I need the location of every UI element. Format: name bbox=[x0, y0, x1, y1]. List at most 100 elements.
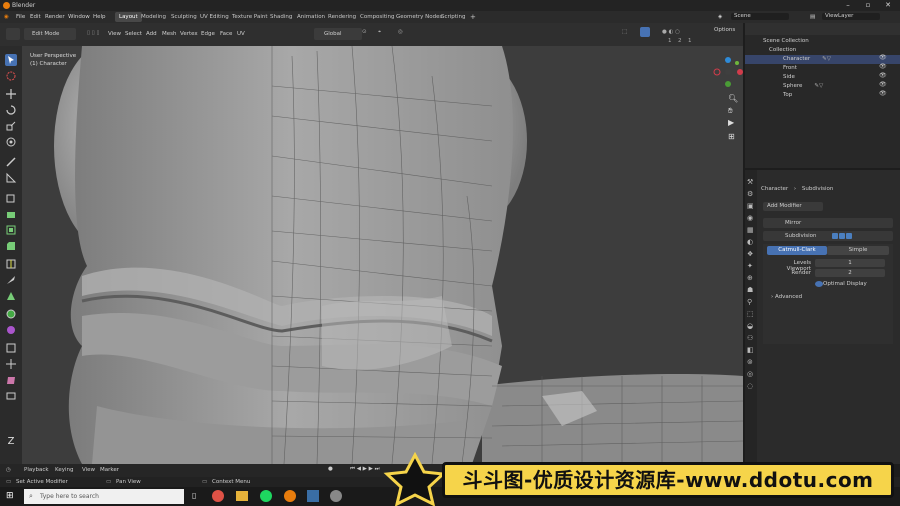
menu-add[interactable]: Add bbox=[146, 31, 157, 37]
menu-vertex[interactable]: Vertex bbox=[180, 31, 198, 37]
visibility-eye-icons[interactable]: 👁︎ 👁︎ 👁︎ 👁︎ 👁︎ bbox=[879, 53, 887, 98]
extrude-icon[interactable] bbox=[5, 208, 17, 220]
blender-menu-icon[interactable]: ◉ bbox=[4, 14, 9, 20]
add-modifier-button[interactable]: Add Modifier bbox=[763, 202, 823, 211]
toggle-xray-button[interactable] bbox=[640, 27, 650, 37]
bevel-icon[interactable] bbox=[5, 240, 17, 252]
select-box-icon[interactable] bbox=[5, 54, 17, 66]
blender-taskbar-icon[interactable] bbox=[284, 490, 296, 502]
menu-file[interactable]: File bbox=[16, 14, 25, 20]
menu-window[interactable]: Window bbox=[68, 14, 90, 20]
render-levels-field[interactable]: 2 bbox=[815, 269, 885, 277]
close-icon[interactable]: ✕ bbox=[878, 1, 898, 10]
menu-view[interactable]: View bbox=[108, 31, 121, 37]
menu-help[interactable]: Help bbox=[93, 14, 106, 20]
photos-icon[interactable] bbox=[307, 490, 319, 502]
editor-type-icon[interactable] bbox=[6, 28, 20, 40]
playback-controls[interactable]: ⏮ ◀ ▶ ▶ ⏭ bbox=[350, 466, 380, 473]
proportional-edit-icon[interactable]: ◎ bbox=[398, 29, 403, 35]
windows-start-icon[interactable]: ⊞ bbox=[6, 491, 14, 501]
tab-texture-paint[interactable]: Texture Paint bbox=[228, 12, 272, 22]
grid-toggle-icon[interactable]: ⊞ bbox=[728, 132, 735, 141]
outliner-row-front[interactable]: Front bbox=[745, 64, 900, 73]
modifier-subdivision-row[interactable]: Subdivision bbox=[763, 231, 893, 241]
transform-orientation-dropdown[interactable]: Global bbox=[314, 28, 362, 40]
tab-shading[interactable]: Shading bbox=[266, 12, 296, 22]
outliner-row-collection[interactable]: Collection bbox=[745, 46, 900, 55]
edge-slide-icon[interactable] bbox=[5, 342, 17, 354]
spin-icon[interactable] bbox=[5, 308, 17, 320]
loop-cut-icon[interactable] bbox=[5, 258, 17, 270]
levels-viewport-field[interactable]: 1 bbox=[815, 259, 885, 267]
scene-selector[interactable]: Scene bbox=[731, 13, 789, 20]
select-mode-icons[interactable]: ▯ ▯ ▯ bbox=[87, 30, 100, 36]
record-icon[interactable]: ● bbox=[328, 466, 333, 472]
timeline-marker[interactable]: Marker bbox=[100, 467, 119, 473]
view-layer-selector[interactable]: ViewLayer bbox=[822, 13, 880, 20]
mode-dropdown[interactable]: Edit Mode bbox=[24, 28, 76, 40]
transform-icon[interactable] bbox=[5, 136, 17, 148]
scale-icon[interactable] bbox=[5, 120, 17, 132]
menu-uv[interactable]: UV bbox=[237, 31, 245, 37]
tab-simple[interactable]: Simple bbox=[827, 246, 889, 255]
zoom-z-icon[interactable]: Z bbox=[5, 436, 17, 450]
advanced-section[interactable]: › Advanced bbox=[771, 294, 802, 300]
menu-select[interactable]: Select bbox=[125, 31, 142, 37]
timeline-playback[interactable]: Playback bbox=[24, 467, 49, 473]
options-dropdown[interactable]: Options bbox=[714, 27, 735, 33]
maximize-icon[interactable]: ▫ bbox=[858, 1, 878, 10]
menu-face[interactable]: Face bbox=[220, 31, 232, 37]
rotate-icon[interactable] bbox=[5, 104, 17, 116]
menu-mesh[interactable]: Mesh bbox=[162, 31, 176, 37]
spotify-icon[interactable] bbox=[260, 490, 272, 502]
minimize-icon[interactable]: – bbox=[838, 1, 858, 10]
move-icon[interactable] bbox=[5, 88, 17, 100]
navigation-gizmo[interactable] bbox=[712, 56, 743, 88]
menu-render[interactable]: Render bbox=[45, 14, 65, 20]
outliner-row-top[interactable]: Top bbox=[745, 91, 900, 100]
timeline-keying[interactable]: Keying bbox=[55, 467, 73, 473]
inset-icon[interactable] bbox=[5, 224, 17, 236]
snap-icon[interactable]: ⌖ bbox=[378, 29, 381, 36]
task-view-icon[interactable]: ▯ bbox=[192, 491, 196, 500]
modifier-mirror-row[interactable]: Mirror bbox=[763, 218, 893, 228]
shading-solid-icon[interactable]: ● ◐ ○ bbox=[662, 29, 680, 35]
outliner-row-side[interactable]: Side bbox=[745, 73, 900, 82]
outliner-row-scene-collection[interactable]: Scene Collection bbox=[745, 37, 900, 46]
shear-icon[interactable] bbox=[5, 374, 17, 386]
outliner-row-sphere[interactable]: Sphere ✎▽ bbox=[745, 82, 900, 91]
smooth-icon[interactable] bbox=[5, 324, 17, 336]
file-explorer-icon[interactable] bbox=[236, 491, 248, 501]
menu-edit[interactable]: Edit bbox=[30, 14, 41, 20]
xray-icon[interactable]: ⬚ bbox=[622, 29, 627, 35]
tab-scripting[interactable]: Scripting bbox=[437, 12, 469, 22]
outliner-row-character[interactable]: Character ✎▽ bbox=[745, 55, 900, 64]
chrome-icon[interactable] bbox=[212, 490, 224, 502]
3d-viewport[interactable]: User Perspective (1) Character 🔍︎ ✋︎ ▶ ⊞ bbox=[22, 46, 743, 464]
camera-icon[interactable]: ▶ bbox=[728, 118, 734, 127]
editor-type-icon[interactable]: ◷ bbox=[6, 467, 11, 473]
properties-tab-icons[interactable]: ⚒ ⚙ ▣ ◉ ▦ ◐ ❖ ✦ ⊕ ☗ ⚲ ⬚ ◒ ⚇ ◧ ⊚ ◎ ◌ bbox=[747, 176, 755, 392]
tab-rendering[interactable]: Rendering bbox=[324, 12, 360, 22]
pivot-icon[interactable]: ⊙ bbox=[362, 29, 367, 35]
timeline-view[interactable]: View bbox=[82, 467, 95, 473]
tab-modeling[interactable]: Modeling bbox=[137, 12, 170, 22]
tab-catmull-clark[interactable]: Catmull-Clark bbox=[767, 246, 827, 255]
measure-icon[interactable] bbox=[5, 172, 17, 184]
shrink-fatten-icon[interactable] bbox=[5, 358, 17, 370]
cursor-icon[interactable] bbox=[5, 70, 17, 82]
knife-icon[interactable] bbox=[5, 274, 17, 286]
poly-build-icon[interactable] bbox=[5, 290, 17, 302]
pan-hand-icon[interactable]: ✋︎ bbox=[728, 106, 733, 116]
modifier-toggle-icons[interactable] bbox=[831, 233, 852, 243]
rip-region-icon[interactable] bbox=[5, 390, 17, 402]
annotate-icon[interactable] bbox=[5, 156, 17, 168]
optimal-display-checkbox[interactable] bbox=[815, 281, 823, 287]
zoom-icon[interactable]: 🔍︎ bbox=[728, 94, 738, 103]
add-cube-icon[interactable] bbox=[5, 192, 17, 204]
obs-icon[interactable] bbox=[330, 490, 342, 502]
taskbar-search-input[interactable]: Type here to search bbox=[24, 489, 184, 504]
add-workspace-button[interactable]: + bbox=[466, 12, 480, 22]
subdivision-settings: Catmull-Clark Simple Levels Viewport 1 R… bbox=[763, 244, 893, 344]
menu-edge[interactable]: Edge bbox=[201, 31, 215, 37]
